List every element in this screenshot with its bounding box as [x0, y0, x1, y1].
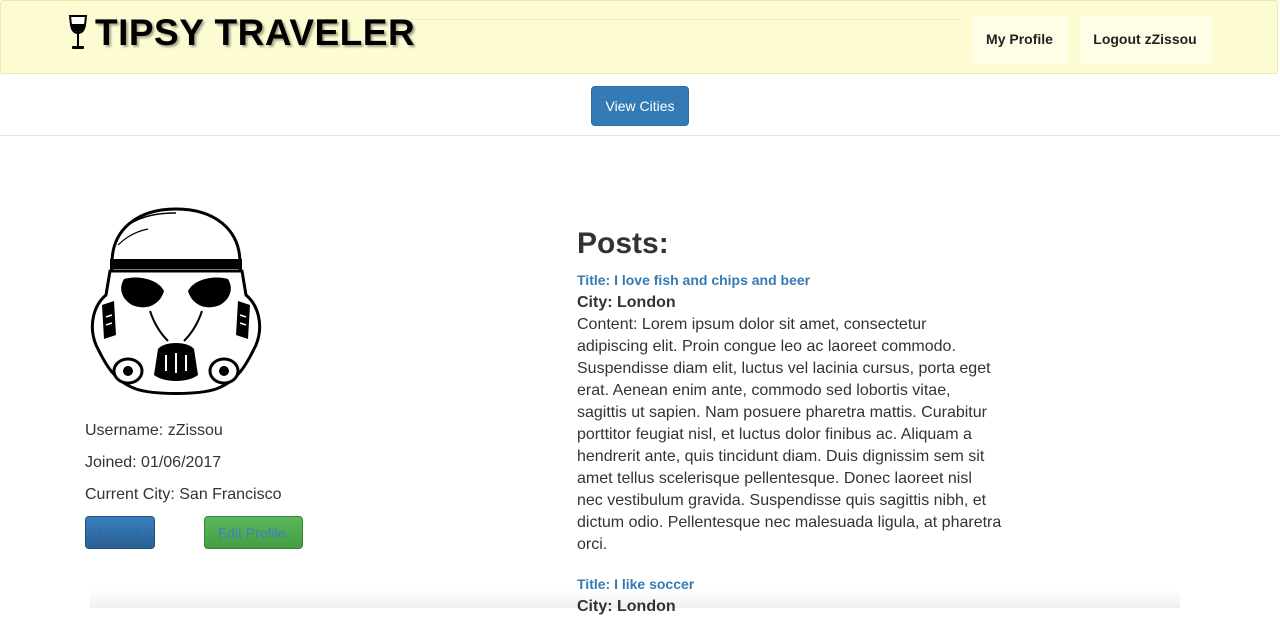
- post-item: Title: I like soccer City: London: [577, 575, 1002, 618]
- view-cities-button[interactable]: View Cities: [591, 86, 689, 126]
- post-city: City: London: [577, 598, 676, 615]
- wine-glass-icon: [68, 15, 88, 49]
- profile-logout-button[interactable]: Logout: [85, 516, 155, 549]
- stormtrooper-helmet-icon: [90, 207, 262, 395]
- my-profile-link[interactable]: My Profile: [971, 15, 1068, 63]
- logout-link[interactable]: Logout zZissou: [1079, 15, 1211, 63]
- sub-navbar: View Cities: [0, 75, 1280, 136]
- post-title-link[interactable]: Title: I like soccer: [577, 575, 1002, 593]
- brand-name: TIPSY TRAVELER: [95, 12, 416, 53]
- current-city-text: Current City: San Francisco: [85, 486, 282, 503]
- post-content: Content: Lorem ipsum dolor sit amet, con…: [577, 316, 1002, 553]
- joined-date-text: Joined: 01/06/2017: [85, 454, 222, 471]
- top-navbar: TIPSY TRAVELER My Profile Logout zZissou: [0, 0, 1278, 74]
- nav-divider: [411, 19, 961, 20]
- username-text: Username: zZissou: [85, 422, 223, 439]
- post-city: City: London: [577, 294, 676, 311]
- posts-heading: Posts:: [577, 227, 669, 260]
- post-title-link[interactable]: Title: I love fish and chips and beer: [577, 271, 1002, 289]
- post-item: Title: I love fish and chips and beer Ci…: [577, 271, 1002, 556]
- edit-profile-button[interactable]: Edit Profile.: [204, 516, 303, 549]
- brand-logo[interactable]: TIPSY TRAVELER: [67, 13, 415, 53]
